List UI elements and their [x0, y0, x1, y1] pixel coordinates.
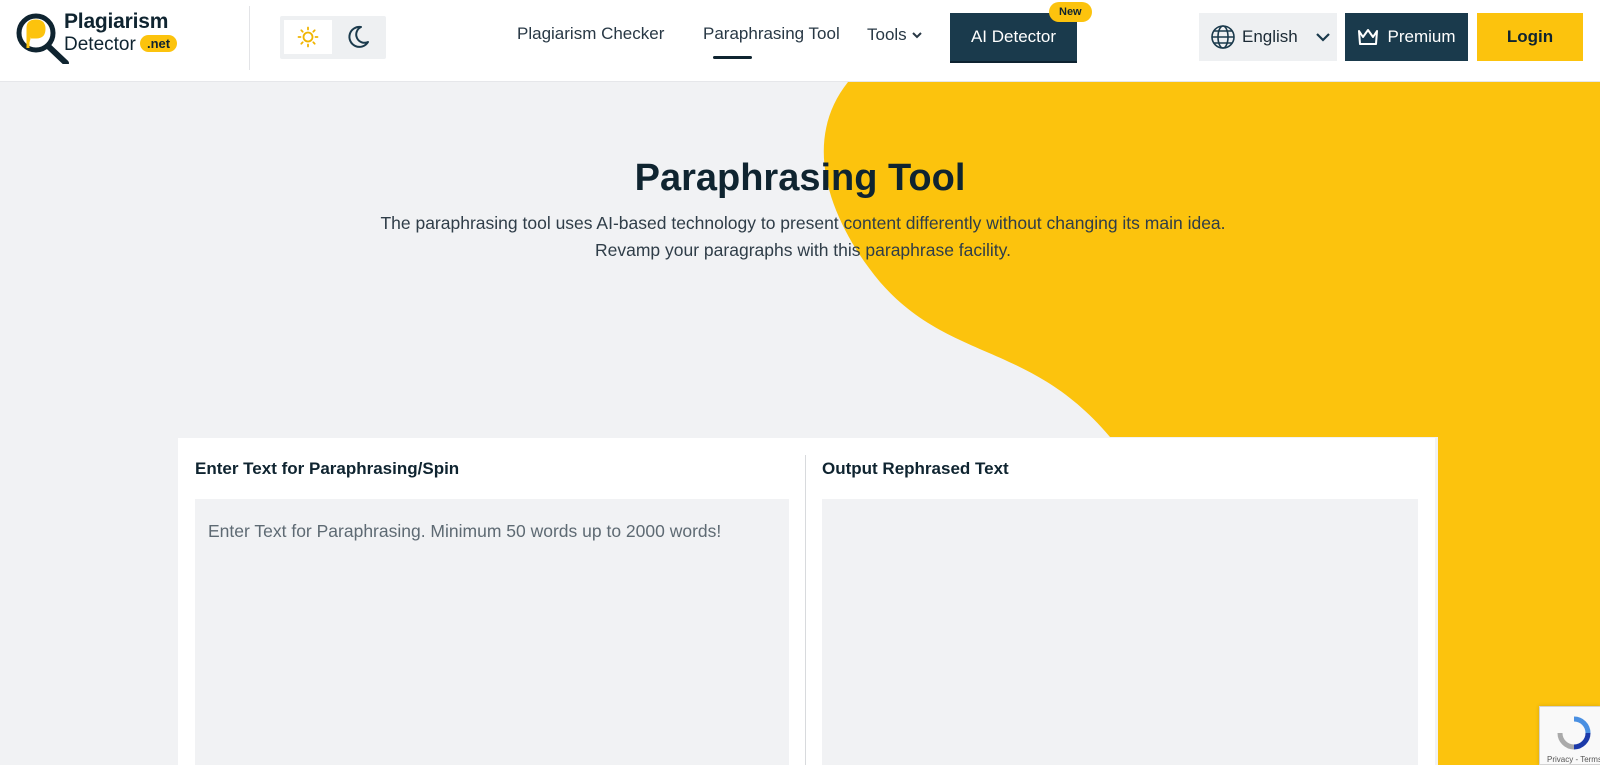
nav-tools-label: Tools	[867, 25, 907, 44]
header-divider	[249, 6, 250, 70]
language-selector[interactable]: English	[1199, 13, 1337, 61]
dark-theme-button[interactable]	[334, 20, 382, 54]
logo-subtitle: Detector	[64, 34, 136, 55]
page-description: The paraphrasing tool uses AI-based tech…	[380, 213, 1226, 260]
paraphrase-input[interactable]	[195, 499, 789, 765]
crown-icon	[1358, 29, 1379, 45]
nav-plagiarism-checker[interactable]: Plagiarism Checker	[517, 24, 664, 44]
chevron-down-icon	[911, 32, 922, 39]
recaptcha-icon	[1557, 716, 1591, 750]
panel-divider	[805, 455, 806, 765]
globe-icon	[1211, 25, 1235, 49]
logo-title: Plagiarism	[64, 10, 169, 33]
recaptcha-text[interactable]: Privacy - Terms	[1547, 755, 1600, 764]
paraphrase-editor-card: Enter Text for Paraphrasing/Spin Output …	[178, 438, 1435, 765]
paraphrase-output	[822, 499, 1418, 765]
sun-icon	[297, 26, 319, 48]
moon-icon	[348, 25, 369, 48]
theme-switch	[280, 16, 386, 59]
nav-tools-dropdown[interactable]: Tools	[867, 25, 923, 45]
recaptcha-badge[interactable]: Privacy - Terms	[1539, 706, 1600, 765]
nav-paraphrasing-tool[interactable]: Paraphrasing Tool	[703, 24, 840, 44]
input-panel-label: Enter Text for Paraphrasing/Spin	[195, 459, 460, 478]
site-logo[interactable]: Plagiarism Detector .net	[16, 8, 186, 64]
light-theme-button[interactable]	[284, 20, 332, 54]
chevron-down-icon	[1315, 33, 1330, 42]
output-panel-label: Output Rephrased Text	[822, 459, 1009, 478]
premium-label: Premium	[1387, 27, 1456, 46]
page-title: Paraphrasing Tool	[634, 157, 966, 199]
active-nav-indicator	[713, 56, 752, 59]
site-header: Plagiarism Detector .net Plagiarism Chec…	[0, 0, 1600, 82]
language-label: English	[1242, 27, 1298, 46]
logo-badge: .net	[140, 35, 178, 52]
login-button[interactable]: Login	[1477, 13, 1583, 61]
premium-button[interactable]: Premium	[1345, 13, 1468, 61]
new-badge: New	[1049, 2, 1092, 22]
